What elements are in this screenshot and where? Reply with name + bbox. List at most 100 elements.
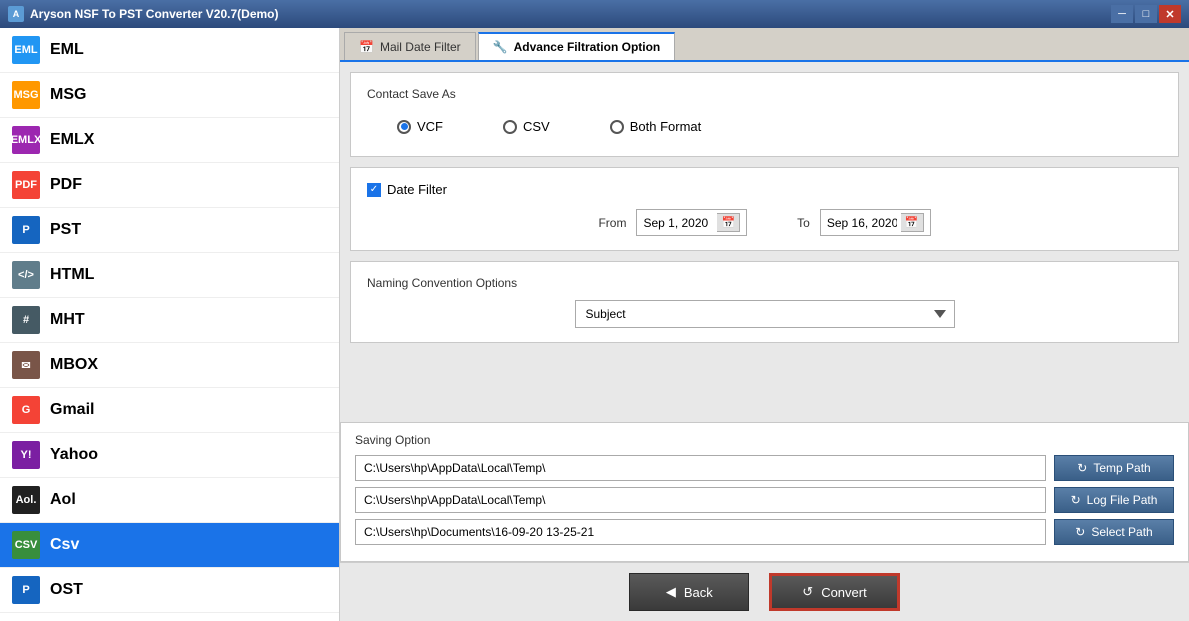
close-button[interactable]: ✕ [1159, 5, 1181, 23]
date-filter-checkbox[interactable] [367, 183, 381, 197]
msg-icon: MSG [12, 81, 40, 109]
from-label: From [598, 216, 626, 230]
sidebar-item-aol[interactable]: Aol. Aol [0, 478, 339, 523]
back-button[interactable]: ◀ Back [629, 573, 749, 611]
tab-advance-filtration[interactable]: 🔧 Advance Filtration Option [478, 32, 676, 60]
to-calendar-button[interactable]: 📅 [901, 213, 924, 232]
log-file-path-button[interactable]: ↻ Log File Path [1054, 487, 1174, 513]
mbox-icon: ✉ [12, 351, 40, 379]
csv-label: Csv [50, 536, 79, 554]
right-panel: 📅 Mail Date Filter 🔧 Advance Filtration … [340, 28, 1189, 621]
gmail-label: Gmail [50, 401, 94, 419]
title-bar-controls: ─ □ ✕ [1111, 5, 1181, 23]
sidebar-item-eml[interactable]: EMLEML [0, 28, 339, 73]
content-area: Contact Save As VCF CSV Both Format [340, 62, 1189, 422]
temp-path-label: Temp Path [1093, 461, 1150, 475]
radio-vcf-circle [397, 120, 411, 134]
sidebar-item-yahoo[interactable]: Y! Yahoo [0, 433, 339, 478]
sidebar-item-msg[interactable]: MSGMSG [0, 73, 339, 118]
from-date-input[interactable]: 📅 [636, 209, 747, 236]
naming-convention-select[interactable]: Subject Date From To Attachment [575, 300, 955, 328]
aol-label: Aol [50, 491, 76, 509]
pst-icon: P [12, 216, 40, 244]
select-path-input[interactable] [355, 519, 1046, 545]
saving-option-section: Saving Option ↻ Temp Path ↻ Log File Pat… [340, 422, 1189, 562]
tab-mail-date-filter[interactable]: 📅 Mail Date Filter [344, 32, 476, 60]
naming-convention-title: Naming Convention Options [367, 276, 1162, 290]
ost-icon: P [12, 576, 40, 604]
to-label: To [797, 216, 810, 230]
date-filter-header: Date Filter [367, 182, 1162, 197]
radio-csv-label: CSV [523, 119, 550, 134]
sidebar-item-mbox[interactable]: ✉ MBOX [0, 343, 339, 388]
radio-csv-circle [503, 120, 517, 134]
minimize-button[interactable]: ─ [1111, 5, 1133, 23]
temp-path-input[interactable] [355, 455, 1046, 481]
sidebar-item-pst[interactable]: P PST [0, 208, 339, 253]
tab-advance-filtration-label: Advance Filtration Option [514, 40, 661, 54]
naming-convention-section: Naming Convention Options Subject Date F… [350, 261, 1179, 343]
radio-both-label: Both Format [630, 119, 702, 134]
eml-icon: EML [12, 36, 40, 64]
title-bar-text: Aryson NSF To PST Converter V20.7(Demo) [30, 7, 279, 21]
app-icon: A [8, 6, 24, 22]
aol-icon: Aol. [12, 486, 40, 514]
radio-both-format[interactable]: Both Format [610, 119, 702, 134]
date-filter-section: Date Filter From 📅 To 📅 [350, 167, 1179, 251]
select-path-button[interactable]: ↻ Select Path [1054, 519, 1174, 545]
ost-label: OST [50, 581, 83, 599]
sidebar-item-ost[interactable]: P OST [0, 568, 339, 613]
bottom-bar: ◀ Back ↺ Convert [340, 562, 1189, 621]
app-body: EMLEMLMSGMSGEMLXEMLX PDF PDF P PST </> HTML #MH… [0, 28, 1189, 621]
tab-bar: 📅 Mail Date Filter 🔧 Advance Filtration … [340, 28, 1189, 62]
convert-label: Convert [821, 585, 867, 600]
yahoo-label: Yahoo [50, 446, 98, 464]
log-file-path-label: Log File Path [1087, 493, 1158, 507]
select-path-icon: ↻ [1075, 525, 1085, 539]
date-filter-title: Date Filter [387, 182, 447, 197]
yahoo-icon: Y! [12, 441, 40, 469]
gmail-icon: G [12, 396, 40, 424]
mht-icon: # [12, 306, 40, 334]
html-icon: </> [12, 261, 40, 289]
mbox-label: MBOX [50, 356, 98, 374]
mail-date-filter-icon: 📅 [359, 40, 374, 54]
sidebar-item-emlx[interactable]: EMLXEMLX [0, 118, 339, 163]
log-file-path-input[interactable] [355, 487, 1046, 513]
to-date-input[interactable]: 📅 [820, 209, 931, 236]
convert-button[interactable]: ↺ Convert [769, 573, 899, 611]
temp-path-button[interactable]: ↻ Temp Path [1054, 455, 1174, 481]
sidebar-item-html[interactable]: </> HTML [0, 253, 339, 298]
title-bar: A Aryson NSF To PST Converter V20.7(Demo… [0, 0, 1189, 28]
saving-option-title: Saving Option [355, 433, 1174, 447]
sidebar-item-mht[interactable]: #MHT [0, 298, 339, 343]
date-row: From 📅 To 📅 [367, 209, 1162, 236]
sidebar-item-pdf[interactable]: PDF PDF [0, 163, 339, 208]
sidebar-item-office365[interactable]: OOffice 365 [0, 613, 339, 621]
pdf-icon: PDF [12, 171, 40, 199]
log-file-path-row: ↻ Log File Path [355, 487, 1174, 513]
radio-both-circle [610, 120, 624, 134]
tab-mail-date-filter-label: Mail Date Filter [380, 40, 461, 54]
from-date-field[interactable] [643, 216, 713, 230]
pdf-label: PDF [50, 176, 82, 194]
convert-icon: ↺ [802, 584, 813, 600]
pst-label: PST [50, 221, 81, 239]
title-bar-left: A Aryson NSF To PST Converter V20.7(Demo… [8, 6, 279, 22]
from-calendar-button[interactable]: 📅 [717, 213, 740, 232]
maximize-button[interactable]: □ [1135, 5, 1157, 23]
radio-vcf[interactable]: VCF [397, 119, 443, 134]
radio-csv[interactable]: CSV [503, 119, 550, 134]
contact-save-as-radio-group: VCF CSV Both Format [367, 111, 1162, 142]
select-path-row: ↻ Select Path [355, 519, 1174, 545]
temp-path-icon: ↻ [1077, 461, 1087, 475]
sidebar-item-csv[interactable]: CSV Csv [0, 523, 339, 568]
back-icon: ◀ [666, 584, 676, 600]
sidebar-item-gmail[interactable]: G Gmail [0, 388, 339, 433]
csv-icon: CSV [12, 531, 40, 559]
html-label: HTML [50, 266, 94, 284]
advance-filtration-icon: 🔧 [493, 40, 508, 54]
back-label: Back [684, 585, 713, 600]
log-file-path-icon: ↻ [1071, 493, 1081, 507]
to-date-field[interactable] [827, 216, 897, 230]
